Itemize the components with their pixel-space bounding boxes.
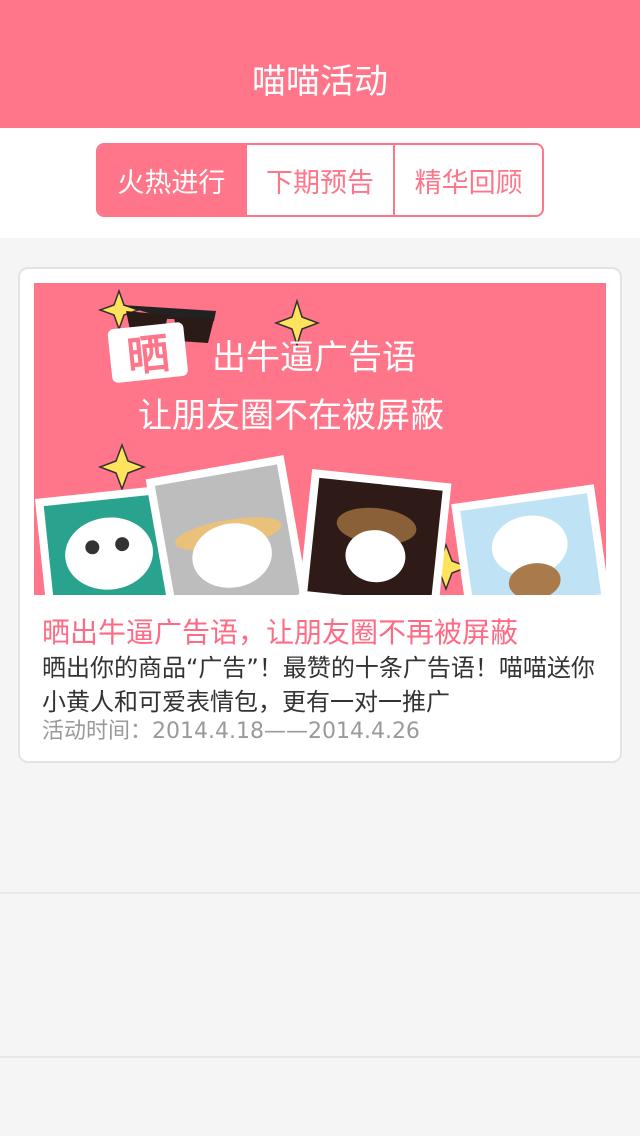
tab-review[interactable]: 精华回顾 (393, 145, 542, 215)
banner-headline-2: 让朋友圈不在被屏蔽 (138, 396, 444, 436)
activity-description: 晒出你的商品“广告”！最赞的十条广告语！喵喵送你小黄人和可爱表情包，更有一对一推… (42, 654, 595, 716)
activity-time: 活动时间：2014.4.18——2014.4.26 (42, 719, 420, 744)
activity-card[interactable]: 晒 出牛逼广告语 让朋友圈不在被屏蔽 晒出牛逼广告语，让朋友圈不再被屏蔽 晒出你… (18, 267, 622, 763)
page-title: 喵喵活动 (252, 61, 388, 102)
banner-headline-1: 出牛逼广告语 (212, 338, 416, 378)
tab-ongoing[interactable]: 火热进行 (98, 145, 245, 215)
activity-banner-image[interactable]: 晒 出牛逼广告语 让朋友圈不在被屏蔽 (34, 283, 606, 595)
app-header: 喵喵活动 (0, 0, 640, 128)
segmented-control: 火热进行 下期预告 精华回顾 (96, 143, 544, 217)
divider (0, 1056, 640, 1058)
tab-bar: 火热进行 下期预告 精华回顾 (0, 128, 640, 238)
divider (0, 892, 640, 894)
activity-title[interactable]: 晒出牛逼广告语，让朋友圈不再被屏蔽 (42, 611, 518, 651)
tab-upcoming[interactable]: 下期预告 (244, 145, 394, 215)
banner-badge: 晒 (125, 328, 172, 381)
